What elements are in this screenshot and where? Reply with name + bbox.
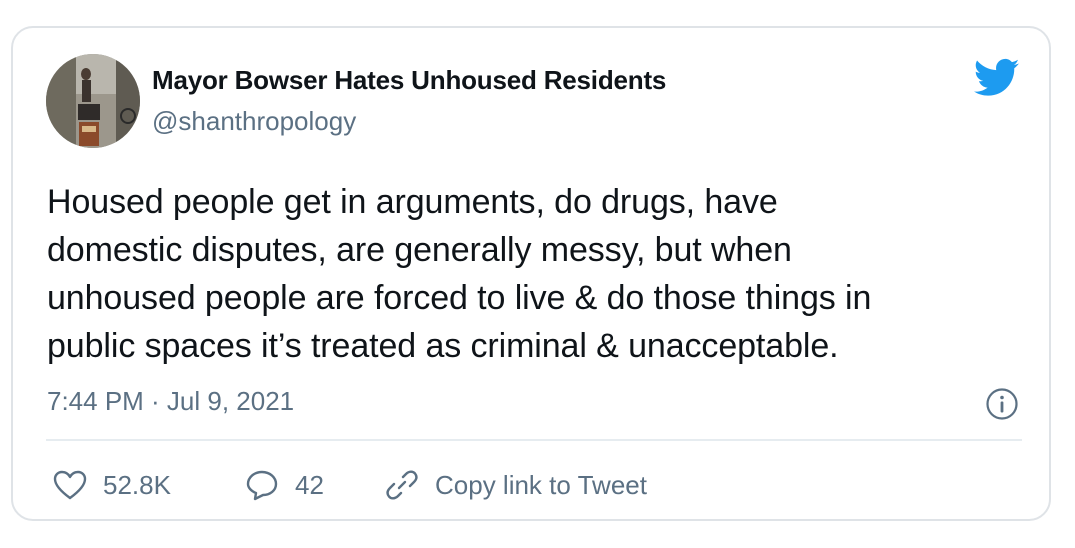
reply-count: 42: [295, 469, 324, 500]
tweet-text-line: domestic disputes, are generally messy, …: [47, 231, 792, 269]
reply-bubble-icon: [245, 469, 279, 501]
twitter-bird-icon[interactable]: [973, 58, 1020, 98]
tweet-text-line: Housed people get in arguments, do drugs…: [47, 183, 778, 221]
reply-button[interactable]: 42: [245, 468, 324, 502]
like-button[interactable]: 52.8K: [53, 468, 171, 502]
copy-link-button[interactable]: Copy link to Tweet: [385, 468, 647, 502]
user-handle[interactable]: @shanthropology: [152, 106, 356, 137]
info-icon[interactable]: [985, 387, 1019, 421]
tweet-text: Housed people get in arguments, do drugs…: [47, 178, 1037, 370]
like-count: 52.8K: [103, 469, 171, 500]
tweet-card[interactable]: Mayor Bowser Hates Unhoused Residents @s…: [11, 26, 1051, 521]
avatar-photo: [46, 54, 140, 148]
display-name[interactable]: Mayor Bowser Hates Unhoused Residents: [152, 65, 666, 96]
avatar[interactable]: [46, 54, 140, 148]
tweet-text-line: unhoused people are forced to live & do …: [47, 279, 872, 317]
link-icon: [385, 468, 419, 502]
heart-icon: [53, 470, 87, 500]
tweet-text-line: public spaces it’s treated as criminal &…: [47, 327, 839, 365]
tweet-timestamp[interactable]: 7:44 PM · Jul 9, 2021: [47, 386, 294, 417]
divider: [46, 439, 1022, 441]
copy-link-label: Copy link to Tweet: [435, 469, 647, 500]
